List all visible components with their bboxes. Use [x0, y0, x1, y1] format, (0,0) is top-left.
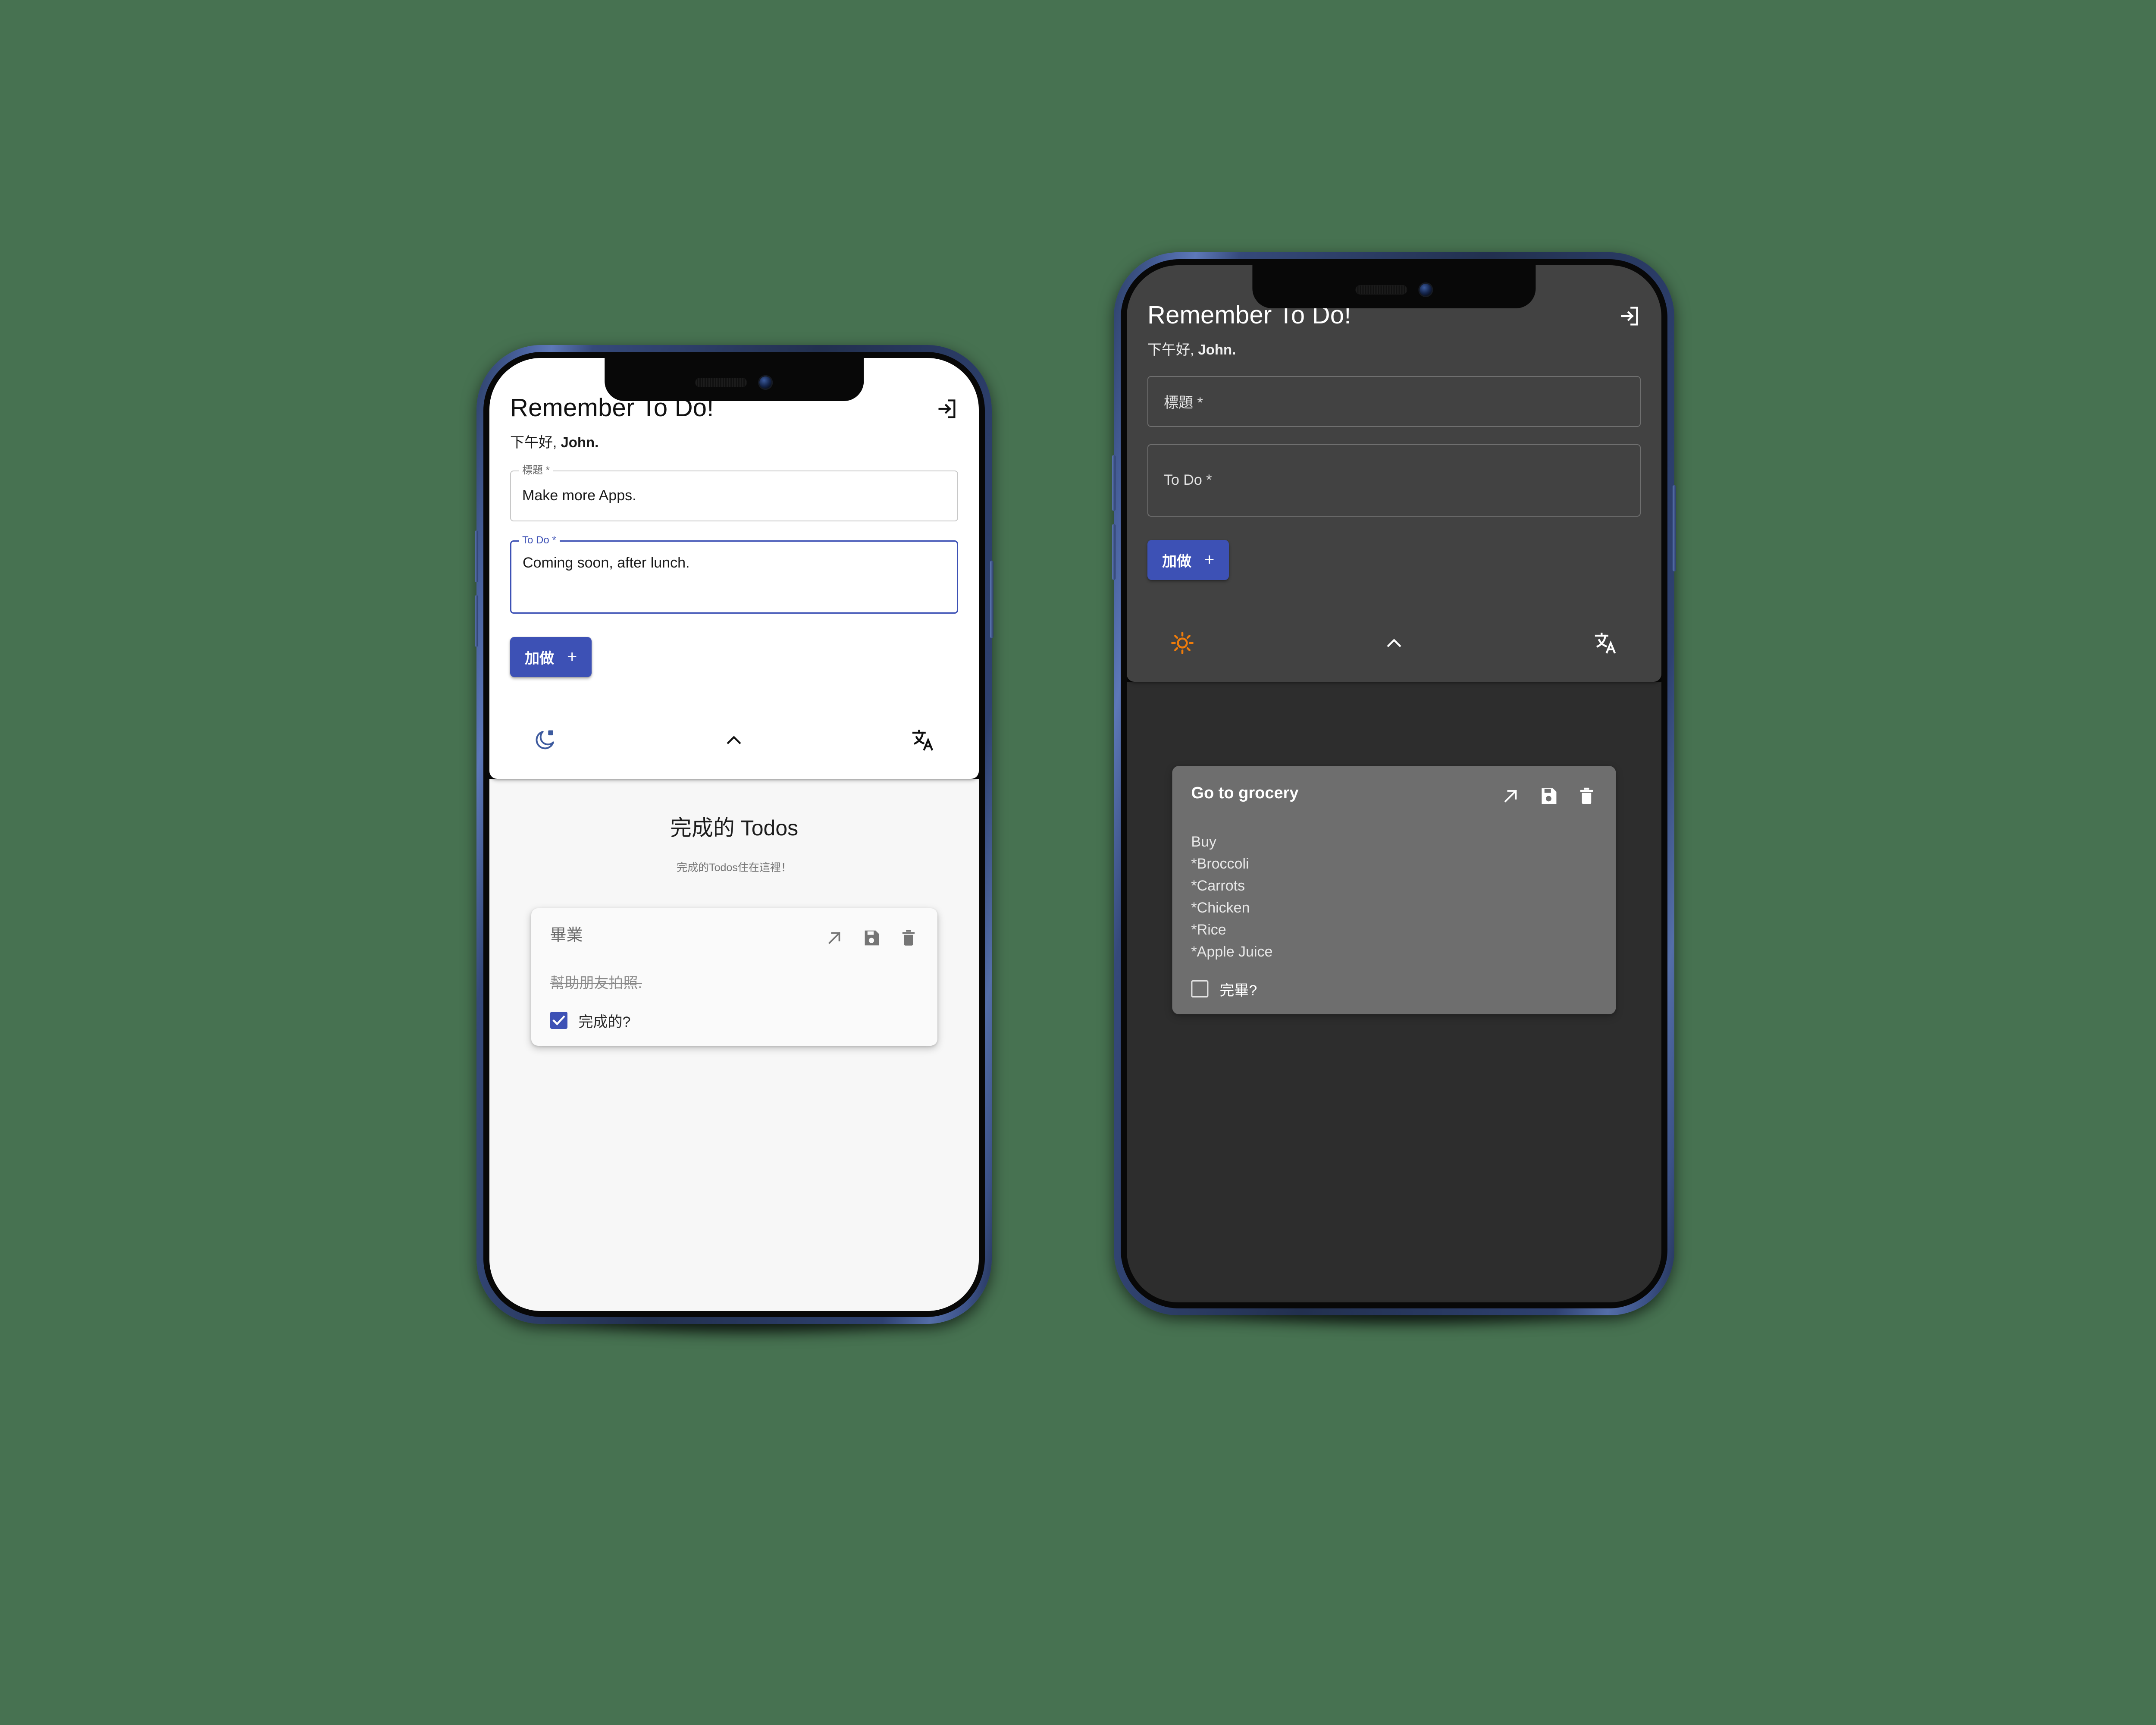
- expand-icon[interactable]: [824, 928, 844, 950]
- app-dark: Remember To Do! 下午好, John. 標題 * To Do * …: [1127, 265, 1661, 1302]
- title-field-label: 標題 *: [519, 464, 554, 476]
- notch: [604, 358, 864, 401]
- plus-icon: +: [567, 647, 577, 667]
- phone-light: Remember To Do! 下午好, John. 標題 * Make mor…: [475, 345, 993, 1339]
- add-todo-label-dark: 加做: [1162, 553, 1191, 570]
- todo-card-actions: [824, 925, 918, 950]
- volume-down-button-dark[interactable]: [1112, 524, 1116, 580]
- top-panel-dark: Remember To Do! 下午好, John. 標題 * To Do * …: [1127, 265, 1661, 682]
- title-field-value: Make more Apps.: [522, 487, 636, 504]
- todo-card-title: 畢業: [550, 926, 583, 944]
- expand-icon-dark[interactable]: [1501, 786, 1521, 809]
- notch-dark: [1252, 265, 1536, 308]
- screen-light: Remember To Do! 下午好, John. 標題 * Make mor…: [489, 358, 979, 1311]
- toolbar-dark: [1147, 604, 1641, 682]
- save-icon[interactable]: [862, 928, 881, 950]
- todo-field-light[interactable]: To Do * Coming soon, after lunch.: [510, 534, 958, 614]
- todo-field-label: To Do *: [519, 534, 560, 546]
- greeting-light: 下午好, John.: [510, 431, 714, 452]
- title-field-placeholder-dark: 標題 *: [1164, 395, 1203, 411]
- todo-card-checkbox-row-dark[interactable]: 完畢?: [1191, 979, 1597, 1000]
- done-checkbox-label-dark: 完畢?: [1219, 982, 1257, 999]
- todo-field-box-dark[interactable]: To Do *: [1147, 444, 1641, 517]
- todo-card-dark[interactable]: Go to grocery Buy *Broccoli *Carrots *Ch…: [1172, 765, 1616, 1014]
- title-field-box-dark[interactable]: 標題 *: [1147, 376, 1641, 427]
- top-panel-light: Remember To Do! 下午好, John. 標題 * Make mor…: [489, 358, 979, 779]
- chevron-up-icon[interactable]: [722, 728, 746, 752]
- todo-card-body: 幫助朋友拍照.: [550, 975, 642, 991]
- completed-section-dark: Go to grocery Buy *Broccoli *Carrots *Ch…: [1127, 681, 1661, 1302]
- completed-title: 完成的 Todos: [670, 815, 799, 840]
- logout-icon[interactable]: [936, 398, 958, 420]
- completed-section-light: 完成的 Todos 完成的Todos住在這裡！ 畢業 幫助朋友拍照. 完成的?: [489, 778, 979, 1311]
- greeting-prefix: 下午好,: [510, 434, 561, 450]
- add-todo-button[interactable]: 加做 +: [510, 637, 592, 677]
- sun-icon[interactable]: [1170, 630, 1195, 656]
- translate-icon-dark[interactable]: [1593, 630, 1618, 656]
- title-field-box[interactable]: Make more Apps.: [510, 470, 958, 521]
- title-field-dark[interactable]: 標題 *: [1147, 376, 1641, 427]
- power-button-dark[interactable]: [1673, 485, 1676, 571]
- completed-header: 完成的 Todos 完成的Todos住在這裡！: [489, 779, 979, 875]
- todo-card-checkbox-row[interactable]: 完成的?: [550, 1010, 918, 1031]
- front-camera-dark: [1418, 282, 1433, 297]
- title-field-light[interactable]: 標題 * Make more Apps.: [510, 464, 958, 521]
- add-todo-button-dark[interactable]: 加做 +: [1147, 539, 1229, 580]
- scene: Remember To Do! 下午好, John. 標題 * Make mor…: [0, 0, 2156, 1725]
- todo-card-header-dark: Go to grocery: [1191, 783, 1597, 809]
- header-light: Remember To Do! 下午好, John.: [510, 395, 958, 452]
- todo-card-light[interactable]: 畢業 幫助朋友拍照. 完成的?: [531, 908, 937, 1046]
- greeting-name: John.: [561, 434, 599, 450]
- todo-field-dark[interactable]: To Do *: [1147, 444, 1641, 517]
- greeting-dark: 下午好, John.: [1147, 338, 1351, 359]
- todo-card-title-dark: Go to grocery: [1191, 784, 1299, 802]
- delete-icon-dark[interactable]: [1576, 786, 1597, 809]
- header-dark: Remember To Do! 下午好, John.: [1147, 302, 1641, 359]
- front-camera: [758, 375, 773, 390]
- greeting-prefix-dark: 下午好,: [1147, 341, 1198, 358]
- add-todo-label: 加做: [525, 650, 554, 667]
- translate-icon[interactable]: [911, 728, 936, 753]
- phone-dark: Remember To Do! 下午好, John. 標題 * To Do * …: [1112, 252, 1676, 1330]
- volume-down-button[interactable]: [475, 595, 478, 647]
- done-checkbox[interactable]: [550, 1012, 567, 1029]
- todo-card-body-dark: Buy *Broccoli *Carrots *Chicken *Rice *A…: [1191, 833, 1273, 960]
- todo-card-actions-dark: [1501, 783, 1597, 809]
- save-icon-dark[interactable]: [1539, 786, 1559, 809]
- earpiece-speaker: [695, 378, 747, 387]
- screen-dark: Remember To Do! 下午好, John. 標題 * To Do * …: [1127, 265, 1661, 1302]
- chevron-up-icon-dark[interactable]: [1382, 631, 1406, 655]
- done-checkbox-label: 完成的?: [578, 1013, 631, 1030]
- todo-card-header: 畢業: [550, 925, 918, 950]
- volume-up-button[interactable]: [475, 530, 478, 582]
- volume-up-button-dark[interactable]: [1112, 455, 1116, 511]
- todo-field-placeholder-dark: To Do *: [1164, 472, 1212, 489]
- plus-icon-dark: +: [1204, 550, 1215, 570]
- todo-field-value: Coming soon, after lunch.: [523, 554, 690, 571]
- power-button[interactable]: [990, 561, 993, 638]
- moon-icon[interactable]: [533, 728, 557, 752]
- done-checkbox-dark[interactable]: [1191, 980, 1209, 998]
- greeting-name-dark: John.: [1198, 341, 1236, 358]
- app-light: Remember To Do! 下午好, John. 標題 * Make mor…: [489, 358, 979, 1311]
- todo-field-box[interactable]: Coming soon, after lunch.: [510, 540, 958, 614]
- logout-icon-dark[interactable]: [1618, 305, 1641, 327]
- toolbar-light: [510, 701, 958, 779]
- completed-subtitle: 完成的Todos住在這裡！: [677, 861, 792, 874]
- delete-icon[interactable]: [899, 928, 918, 950]
- earpiece-speaker-dark: [1355, 285, 1407, 295]
